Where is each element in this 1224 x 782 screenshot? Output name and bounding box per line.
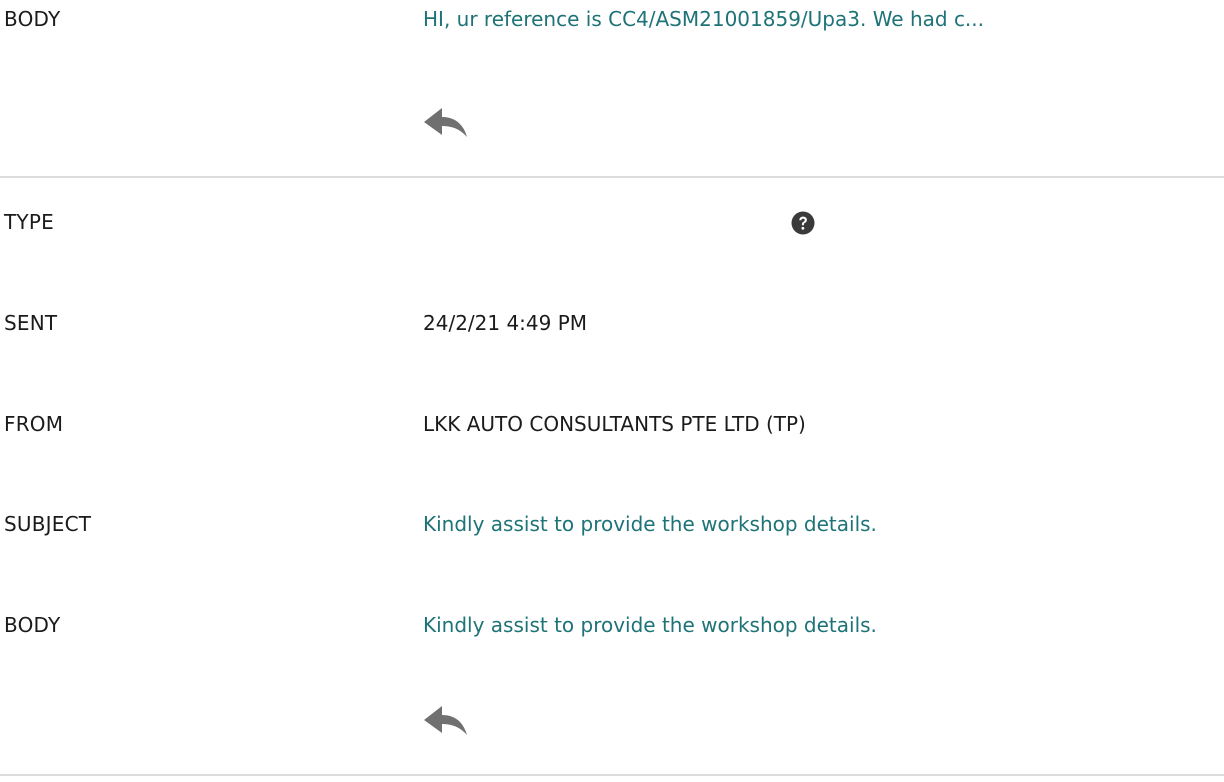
type-label: TYPE — [4, 210, 54, 234]
from-label: FROM — [4, 412, 64, 436]
message-detail-list: BODY HI, ur reference is CC4/ASM21001859… — [0, 0, 1224, 782]
sent-value: 24/2/21 4:49 PM — [423, 311, 588, 335]
message-2-type-row: TYPE — [0, 210, 1224, 270]
message-divider — [0, 176, 1224, 178]
message-2-from-row: FROM LKK AUTO CONSULTANTS PTE LTD (TP) — [0, 412, 1224, 472]
subject-label: SUBJECT — [4, 512, 92, 536]
message-2-subject-link[interactable]: Kindly assist to provide the workshop de… — [423, 512, 877, 536]
body-label: BODY — [4, 613, 61, 637]
reply-button[interactable] — [421, 104, 471, 144]
message-2-body-row: BODY Kindly assist to provide the worksh… — [0, 613, 1224, 673]
from-value: LKK AUTO CONSULTANTS PTE LTD (TP) — [423, 412, 806, 436]
message-2-subject-row: SUBJECT Kindly assist to provide the wor… — [0, 512, 1224, 572]
reply-button[interactable] — [421, 702, 471, 742]
question-circle-icon — [791, 211, 815, 235]
body-label: BODY — [4, 7, 61, 31]
sent-label: SENT — [4, 311, 58, 335]
reply-icon — [424, 108, 467, 137]
message-2-sent-row: SENT 24/2/21 4:49 PM — [0, 311, 1224, 371]
message-2-body-link[interactable]: Kindly assist to provide the workshop de… — [423, 613, 877, 637]
help-icon[interactable] — [790, 210, 816, 236]
reply-icon — [424, 706, 467, 735]
message-1-body-link[interactable]: HI, ur reference is CC4/ASM21001859/Upa3… — [423, 7, 984, 31]
message-1-body-row: BODY HI, ur reference is CC4/ASM21001859… — [0, 7, 1224, 67]
message-divider — [0, 774, 1224, 776]
